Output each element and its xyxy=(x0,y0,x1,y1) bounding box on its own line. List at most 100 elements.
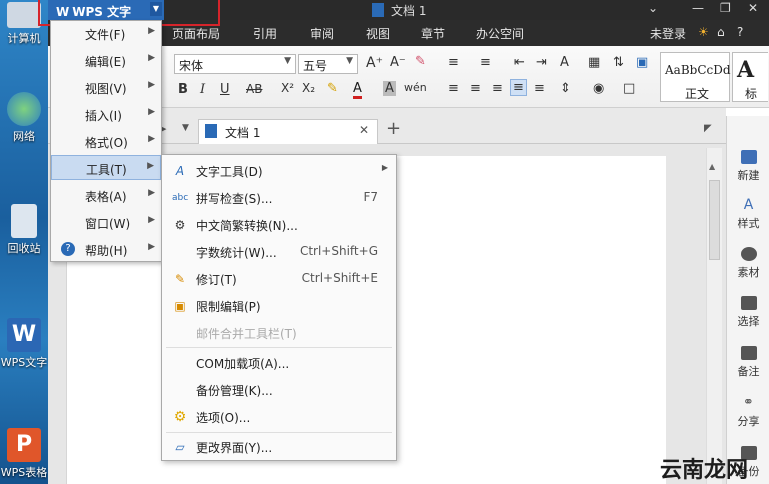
sort-icon[interactable]: ⇅ xyxy=(613,55,624,70)
scrollbar-thumb[interactable] xyxy=(709,180,720,260)
highlight-icon[interactable]: ✎ xyxy=(327,81,338,96)
panel-style-button[interactable]: A 样式 xyxy=(727,198,769,231)
wps-writer-desktop-icon[interactable]: W WPS文字 xyxy=(0,318,48,370)
italic-icon[interactable]: I xyxy=(200,82,205,97)
submenu-item-label: 中文简繁转换(N)... xyxy=(196,219,298,233)
new-tab-icon[interactable]: + xyxy=(386,118,401,139)
font-size-value: 五号 xyxy=(303,59,328,73)
line-spacing-icon[interactable]: ⇕ xyxy=(560,81,571,96)
tab-sections[interactable]: 章节 xyxy=(421,25,445,42)
bold-icon[interactable]: B xyxy=(178,82,188,97)
grow-font-icon[interactable]: A⁺ xyxy=(366,55,383,71)
borders-icon[interactable]: □ xyxy=(623,81,635,96)
minimize-button[interactable]: ⌄ xyxy=(648,1,658,15)
help-icon: ? xyxy=(61,242,75,256)
panel-share-button[interactable]: ⚭ 分享 xyxy=(727,396,769,429)
tab-view[interactable]: 视图 xyxy=(366,25,390,42)
vertical-scrollbar[interactable]: ▲ xyxy=(706,148,722,484)
menu-item-tools[interactable]: 工具(T) ▶ xyxy=(51,155,161,180)
menu-item-edit[interactable]: 编辑(E) ▶ xyxy=(51,48,161,73)
show-hide-icon[interactable]: ▣ xyxy=(636,55,648,70)
menu-item-label: 编辑(E) xyxy=(85,55,126,69)
subscript-icon[interactable]: X₂ xyxy=(302,81,315,95)
shading-icon[interactable]: ◉ xyxy=(593,81,604,96)
computer-icon xyxy=(7,2,41,28)
shortcut-label: Ctrl+Shift+E xyxy=(301,271,378,285)
menu-item-label: 插入(I) xyxy=(85,109,122,123)
menu-separator xyxy=(166,347,392,348)
align-center-icon[interactable]: ≡ xyxy=(470,81,481,96)
menu-item-window[interactable]: 窗口(W) ▶ xyxy=(51,210,161,235)
style-normal-preview[interactable]: AaBbCcDd 正文 xyxy=(660,52,731,102)
window-title: 文档 1 xyxy=(391,4,427,18)
increase-indent-icon[interactable]: ⇥ xyxy=(536,55,547,70)
panel-label: 分享 xyxy=(737,415,760,428)
chevron-down-icon[interactable]: ▼ xyxy=(182,123,189,133)
char-shading-icon[interactable]: A xyxy=(383,81,396,96)
submenu-item-label: 修订(T) xyxy=(196,273,237,287)
submenu-item-options[interactable]: ⚙ 选项(O)... xyxy=(162,403,396,430)
table-icon[interactable]: ▦ xyxy=(588,55,600,70)
font-name-select[interactable]: 宋体 ▼ xyxy=(174,54,296,74)
network-desktop-icon[interactable]: 网络 xyxy=(0,92,48,144)
document-icon xyxy=(205,124,217,138)
numbering-icon[interactable]: ≡ xyxy=(480,55,491,70)
submenu-item-label: 拼写检查(S)... xyxy=(196,192,273,206)
help-button[interactable]: ? xyxy=(737,25,743,39)
underline-icon[interactable]: U xyxy=(220,82,230,97)
settings-icon[interactable]: ⌂ xyxy=(717,25,725,39)
pinyin-guide-icon[interactable]: wén xyxy=(404,81,427,94)
menu-item-format[interactable]: 格式(O) ▶ xyxy=(51,129,161,154)
submenu-item-spell-check[interactable]: abc 拼写检查(S)... F7 xyxy=(162,184,396,211)
tab-office-space[interactable]: 办公空间 xyxy=(476,25,524,42)
submenu-item-backup-management[interactable]: 备份管理(K)... xyxy=(162,376,396,403)
submenu-item-change-interface[interactable]: ▱ 更改界面(Y)... xyxy=(162,433,396,460)
submenu-item-track-changes[interactable]: ✎ 修订(T) Ctrl+Shift+E xyxy=(162,265,396,292)
clear-format-icon[interactable]: ✎ xyxy=(415,54,426,69)
submenu-item-word-count[interactable]: 字数统计(W)... Ctrl+Shift+G xyxy=(162,238,396,265)
style-heading-preview[interactable]: A 标 xyxy=(732,52,768,102)
font-size-select[interactable]: 五号 ▼ xyxy=(298,54,358,74)
menu-item-file[interactable]: 文件(F) ▶ xyxy=(51,21,161,46)
menu-item-view[interactable]: 视图(V) ▶ xyxy=(51,75,161,100)
strikethrough-icon[interactable]: AB xyxy=(246,82,262,96)
tab-review[interactable]: 审阅 xyxy=(310,25,334,42)
wps-spreadsheet-desktop-icon[interactable]: P WPS表格 xyxy=(0,428,48,480)
text-direction-icon[interactable]: A xyxy=(560,55,569,70)
submenu-item-com-addins[interactable]: COM加载项(A)... xyxy=(162,349,396,376)
menu-item-table[interactable]: 表格(A) ▶ xyxy=(51,183,161,208)
submenu-item-text-tools[interactable]: A 文字工具(D) ▶ xyxy=(162,157,396,184)
desktop-icon-label: WPS表格 xyxy=(0,466,48,479)
minimize-window-button[interactable]: — xyxy=(692,1,704,15)
distributed-align-icon[interactable]: ≡ xyxy=(534,81,545,96)
panel-new-button[interactable]: 新建 xyxy=(727,150,769,183)
align-right-icon[interactable]: ≡ xyxy=(492,81,503,96)
scroll-up-icon[interactable]: ▲ xyxy=(709,162,720,171)
panel-toggle-icon[interactable]: ◤ xyxy=(704,123,712,134)
submenu-item-chinese-convert[interactable]: ⚙ 中文简繁转换(N)... xyxy=(162,211,396,238)
panel-select-button[interactable]: 选择 xyxy=(727,296,769,329)
bullets-icon[interactable]: ≡ xyxy=(448,55,459,70)
skin-icon[interactable]: ☀ xyxy=(698,25,709,39)
lock-icon: ▣ xyxy=(174,299,186,313)
close-tab-icon[interactable]: ✕ xyxy=(359,123,369,137)
recycle-bin-desktop-icon[interactable]: 回收站 xyxy=(0,204,48,256)
panel-material-button[interactable]: 素材 xyxy=(727,247,769,280)
superscript-icon[interactable]: X² xyxy=(281,81,294,95)
justify-icon[interactable]: ≡ xyxy=(510,79,527,96)
shrink-font-icon[interactable]: A⁻ xyxy=(390,55,406,70)
font-color-icon[interactable]: A xyxy=(353,81,362,99)
panel-comment-button[interactable]: 备注 xyxy=(727,346,769,379)
login-link[interactable]: 未登录 xyxy=(650,25,686,42)
menu-item-insert[interactable]: 插入(I) ▶ xyxy=(51,102,161,127)
close-button[interactable]: ✕ xyxy=(748,1,758,15)
menu-item-help[interactable]: ? 帮助(H) ▶ xyxy=(51,237,161,262)
tab-document-1[interactable]: 文档 1 ✕ xyxy=(198,119,378,144)
chevron-right-icon: ▶ xyxy=(148,107,155,117)
submenu-item-restrict-editing[interactable]: ▣ 限制编辑(P) xyxy=(162,292,396,319)
align-left-icon[interactable]: ≡ xyxy=(448,81,459,96)
tab-page-layout[interactable]: 页面布局 xyxy=(172,25,220,42)
decrease-indent-icon[interactable]: ⇤ xyxy=(514,55,525,70)
tab-references[interactable]: 引用 xyxy=(253,25,277,42)
restore-button[interactable]: ❐ xyxy=(720,1,731,15)
